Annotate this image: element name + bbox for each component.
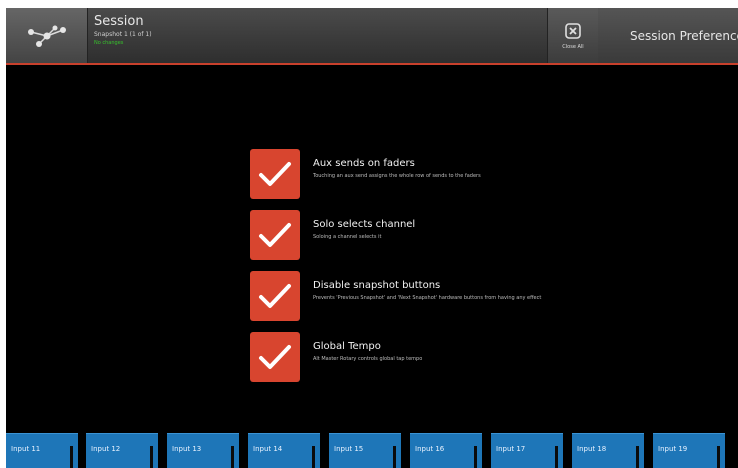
option-title: Global Tempo [313, 341, 381, 352]
option-title: Disable snapshot buttons [313, 280, 441, 291]
aux-sends-checkbox[interactable] [250, 149, 300, 199]
input-channel-label: Input 14 [253, 445, 283, 453]
page-title: Session [94, 14, 144, 29]
level-meter [717, 446, 720, 468]
disable-snapshot-checkbox[interactable] [250, 271, 300, 321]
level-meter [555, 446, 558, 468]
option-text: Solo selects channel Soloing a channel s… [313, 218, 583, 241]
input-channel-button[interactable]: Input 12 [86, 433, 158, 468]
network-logo-icon [27, 25, 66, 47]
level-meter [636, 446, 639, 468]
status-text: No changes [94, 40, 124, 46]
input-channel-button[interactable]: Input 14 [248, 433, 320, 468]
session-title-block: Session Snapshot 1 (1 of 1) No changes [94, 14, 394, 47]
checkmark-icon [259, 223, 291, 247]
checkmark-icon [259, 162, 291, 186]
option-disable-snapshot-buttons: Disable snapshot buttons Prevents 'Previ… [250, 271, 580, 321]
input-channel-strip: Input 11 Input 12 Input 13 Input 14 Inpu… [6, 433, 738, 468]
level-meter [150, 446, 153, 468]
session-preferences-screen: Session Snapshot 1 (1 of 1) No changes C… [6, 8, 738, 468]
input-channel-label: Input 11 [11, 445, 41, 453]
input-channel-button[interactable]: Input 11 [6, 433, 78, 468]
global-tempo-checkbox[interactable] [250, 332, 300, 382]
input-channel-label: Input 19 [658, 445, 688, 453]
snapshot-subtitle: Snapshot 1 (1 of 1) [94, 31, 152, 38]
input-channel-label: Input 15 [334, 445, 364, 453]
option-text: Disable snapshot buttons Prevents 'Previ… [313, 279, 583, 302]
tab-session-preferences-label: Session Preferences [630, 28, 738, 43]
input-channel-button[interactable]: Input 15 [329, 433, 401, 468]
close-all-label: Close All [562, 43, 584, 50]
level-meter [312, 446, 315, 468]
input-channel-button[interactable]: Input 19 [653, 433, 725, 468]
input-channel-label: Input 13 [172, 445, 202, 453]
option-aux-sends-on-faders: Aux sends on faders Touching an aux send… [250, 149, 580, 199]
home-button[interactable] [6, 8, 88, 63]
header-bar: Session Snapshot 1 (1 of 1) No changes C… [6, 8, 738, 65]
close-all-icon [565, 22, 581, 39]
input-channel-button[interactable]: Input 13 [167, 433, 239, 468]
solo-selects-checkbox[interactable] [250, 210, 300, 260]
option-description: Touching an aux send assigns the whole r… [313, 173, 481, 179]
input-channel-label: Input 17 [496, 445, 526, 453]
option-text: Global Tempo Alt Master Rotary controls … [313, 340, 583, 363]
level-meter [231, 446, 234, 468]
level-meter [393, 446, 396, 468]
close-all-button[interactable]: Close All [547, 8, 599, 63]
option-solo-selects-channel: Solo selects channel Soloing a channel s… [250, 210, 580, 260]
input-channel-label: Input 16 [415, 445, 445, 453]
level-meter [474, 446, 477, 468]
preferences-options: Aux sends on faders Touching an aux send… [250, 149, 580, 393]
option-description: Soloing a channel selects it [313, 234, 382, 240]
option-title: Aux sends on faders [313, 158, 415, 169]
input-channel-button[interactable]: Input 16 [410, 433, 482, 468]
input-channel-label: Input 18 [577, 445, 607, 453]
tab-session-preferences[interactable]: Session Preferences [598, 8, 738, 63]
input-channel-button[interactable]: Input 18 [572, 433, 644, 468]
option-description: Alt Master Rotary controls global tap te… [313, 356, 423, 362]
checkmark-icon [259, 345, 291, 369]
option-global-tempo: Global Tempo Alt Master Rotary controls … [250, 332, 580, 382]
option-description: Prevents 'Previous Snapshot' and 'Next S… [313, 295, 542, 301]
input-channel-label: Input 12 [91, 445, 121, 453]
option-text: Aux sends on faders Touching an aux send… [313, 157, 583, 180]
input-channel-button[interactable]: Input 17 [491, 433, 563, 468]
option-title: Solo selects channel [313, 219, 416, 230]
level-meter [70, 446, 73, 468]
checkmark-icon [259, 284, 291, 308]
